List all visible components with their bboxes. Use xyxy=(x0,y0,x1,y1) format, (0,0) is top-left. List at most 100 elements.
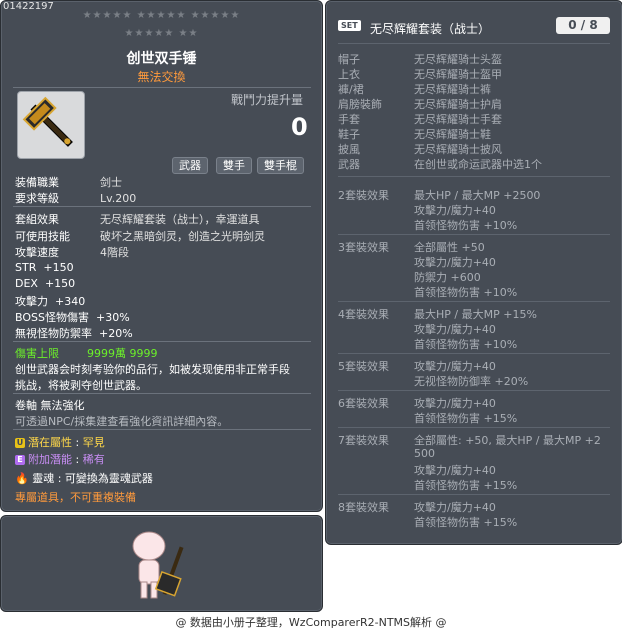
star-force-row-2: ★★★★★ ★★ xyxy=(124,28,199,39)
set-piece-slot: 帽子 xyxy=(338,53,360,66)
set-effect-line: 首领怪物伤害 +10% xyxy=(414,338,518,351)
set-info-panel: SET 无尽辉耀套装（战士） 0 / 8 帽子 无尽辉耀骑士头盔 上衣 无尽辉耀… xyxy=(325,0,622,545)
set-effect-label: 3套裝效果 xyxy=(338,241,389,254)
stat-dex: DEX +150 xyxy=(15,277,75,290)
set-piece-name: 在创世或命运武器中选1个 xyxy=(414,158,542,171)
character-preview-icon xyxy=(132,531,184,599)
description-line-2: 挑战，将被剥夺创世武器。 xyxy=(15,379,147,392)
power-label: 戰鬥力提升量 xyxy=(231,93,304,107)
set-effect-label: 套組效果 xyxy=(15,213,59,226)
level-value: Lv.200 xyxy=(100,192,137,205)
set-piece-name: 无尽辉耀骑士鞋 xyxy=(414,128,491,141)
stat-value: +150 xyxy=(44,277,76,290)
set-effect-line: 全部屬性: +50, 最大HP / 最大MP +2 xyxy=(414,434,601,447)
star-force-row-1: ★★★★★ ★★★★★ ★★★★★ xyxy=(82,10,241,21)
set-piece-slot: 武器 xyxy=(338,158,360,171)
stat-value: +20% xyxy=(99,327,133,340)
speed-label: 攻擊速度 xyxy=(15,246,59,259)
set-effect-value: 无尽辉耀套装（战士），幸運道具 xyxy=(100,213,260,226)
divider xyxy=(338,390,610,391)
stat-attack: 攻擊力 +340 xyxy=(15,293,85,309)
set-effect-row: 套組效果 无尽辉耀套装（战士），幸運道具 xyxy=(15,211,260,227)
item-icon-frame xyxy=(17,91,85,159)
npc-info: 可透過NPC/採集建查看強化資訊詳細內容。 xyxy=(15,415,229,428)
set-piece-slot: 手套 xyxy=(338,113,360,126)
set-piece-name: 无尽辉耀骑士头盔 xyxy=(414,53,502,66)
divider xyxy=(338,494,610,495)
set-effect-label: 2套裝效果 xyxy=(338,189,389,202)
set-effect-line: 首领怪物伤害 +10% xyxy=(414,219,518,232)
set-effect-line: 首领怪物伤害 +10% xyxy=(414,286,518,299)
stat-label: 無視怪物防禦率 xyxy=(15,327,92,340)
set-piece-name: 无尽辉耀骑士裤 xyxy=(414,83,491,96)
item-name: 创世双手锤 xyxy=(126,51,197,67)
damage-cap-row: 傷害上限 9999萬 9999 xyxy=(15,345,157,361)
soul-label: 靈魂 xyxy=(32,472,55,485)
set-effect-line: 全部屬性 +50 xyxy=(414,241,485,254)
level-label: 要求等級 xyxy=(15,192,59,205)
speed-value: 4階段 xyxy=(100,246,129,259)
bonus-label: 附加潛能 xyxy=(28,453,72,466)
set-piece-slot: 鞋子 xyxy=(338,128,360,141)
stat-boss-damage: BOSS怪物傷害 +30% xyxy=(15,309,130,325)
skill-value: 破坏之黑暗剑灵，创造之光明剑灵 xyxy=(100,230,265,243)
potential-label: 潛在屬性 xyxy=(28,436,72,449)
set-effect-label: 4套裝效果 xyxy=(338,308,389,321)
stat-label: STR xyxy=(15,261,37,274)
stat-value: +150 xyxy=(43,261,74,274)
set-effect-line: 攻擊力/魔力+40 xyxy=(414,360,496,373)
set-effect-label: 8套裝效果 xyxy=(338,501,389,514)
set-effect-label: 7套裝效果 xyxy=(338,434,389,447)
stat-ignore-defense: 無視怪物防禦率 +20% xyxy=(15,325,133,341)
set-badge: SET xyxy=(338,20,361,31)
set-effect-line: 500 xyxy=(414,447,435,460)
footer-credit: @ 数据由小册子整理，WzComparerR2-NTMS解析 @ xyxy=(175,616,447,629)
tag-weapon: 武器 xyxy=(172,157,208,174)
stat-label: 攻擊力 xyxy=(15,295,48,308)
set-title: 无尽辉耀套装（战士） xyxy=(370,22,491,36)
divider xyxy=(338,176,610,177)
set-piece-name: 无尽辉耀骑士护肩 xyxy=(414,98,502,111)
stat-value: +340 xyxy=(55,295,86,308)
bonus-value: 稀有 xyxy=(82,453,105,466)
set-effect-label: 5套裝效果 xyxy=(338,360,389,373)
set-effect-line: 防禦力 +600 xyxy=(414,271,481,284)
skill-row: 可使用技能 破坏之黑暗剑灵，创造之光明剑灵 xyxy=(15,228,265,244)
power-value: 0 xyxy=(291,113,308,141)
divider xyxy=(338,301,610,302)
divider xyxy=(13,341,311,342)
set-effect-line: 攻擊力/魔力+40 xyxy=(414,464,496,477)
divider xyxy=(338,234,610,235)
set-piece-slot: 褲/裙 xyxy=(338,83,364,96)
stat-label: BOSS怪物傷害 xyxy=(15,311,89,324)
set-piece-slot: 上衣 xyxy=(338,68,360,81)
speed-row: 攻擊速度 4階段 xyxy=(15,244,129,260)
tag-two-hand: 雙手 xyxy=(216,157,252,174)
u-badge-icon: U xyxy=(15,438,25,448)
job-label: 装備職業 xyxy=(15,176,59,189)
skill-label: 可使用技能 xyxy=(15,230,70,243)
set-piece-slot: 披風 xyxy=(338,143,360,156)
set-effect-line: 攻擊力/魔力+40 xyxy=(414,397,496,410)
divider xyxy=(13,393,311,394)
item-tooltip-panel: 01422197 ★★★★★ ★★★★★ ★★★★★ ★★★★★ ★★ 创世双手… xyxy=(0,0,323,512)
character-preview-panel xyxy=(0,515,323,612)
e-badge-icon: E xyxy=(15,455,25,465)
exclusive-item-note: 專屬道具，不可重複裝備 xyxy=(15,491,136,504)
set-effect-line: 攻擊力/魔力+40 xyxy=(414,256,496,269)
set-effect-line: 无视怪物防御率 +20% xyxy=(414,375,529,388)
job-value: 剑士 xyxy=(100,176,122,189)
two-handed-hammer-icon xyxy=(22,96,73,147)
job-row: 装備職業 剑士 xyxy=(15,174,122,190)
set-effect-line: 攻擊力/魔力+40 xyxy=(414,204,496,217)
set-effect-line: 最大HP / 最大MP +2500 xyxy=(414,189,541,202)
tradeable-status: 無法交換 xyxy=(137,70,186,84)
stat-label: DEX xyxy=(15,277,38,290)
tag-two-handed-staff: 雙手棍 xyxy=(257,157,304,174)
divider xyxy=(338,427,610,428)
set-effect-label: 6套裝效果 xyxy=(338,397,389,410)
level-row: 要求等級 Lv.200 xyxy=(15,190,136,206)
set-effect-line: 最大HP / 最大MP +15% xyxy=(414,308,537,321)
set-piece-name: 无尽辉耀骑士披风 xyxy=(414,143,502,156)
set-effect-line: 攻擊力/魔力+40 xyxy=(414,323,496,336)
